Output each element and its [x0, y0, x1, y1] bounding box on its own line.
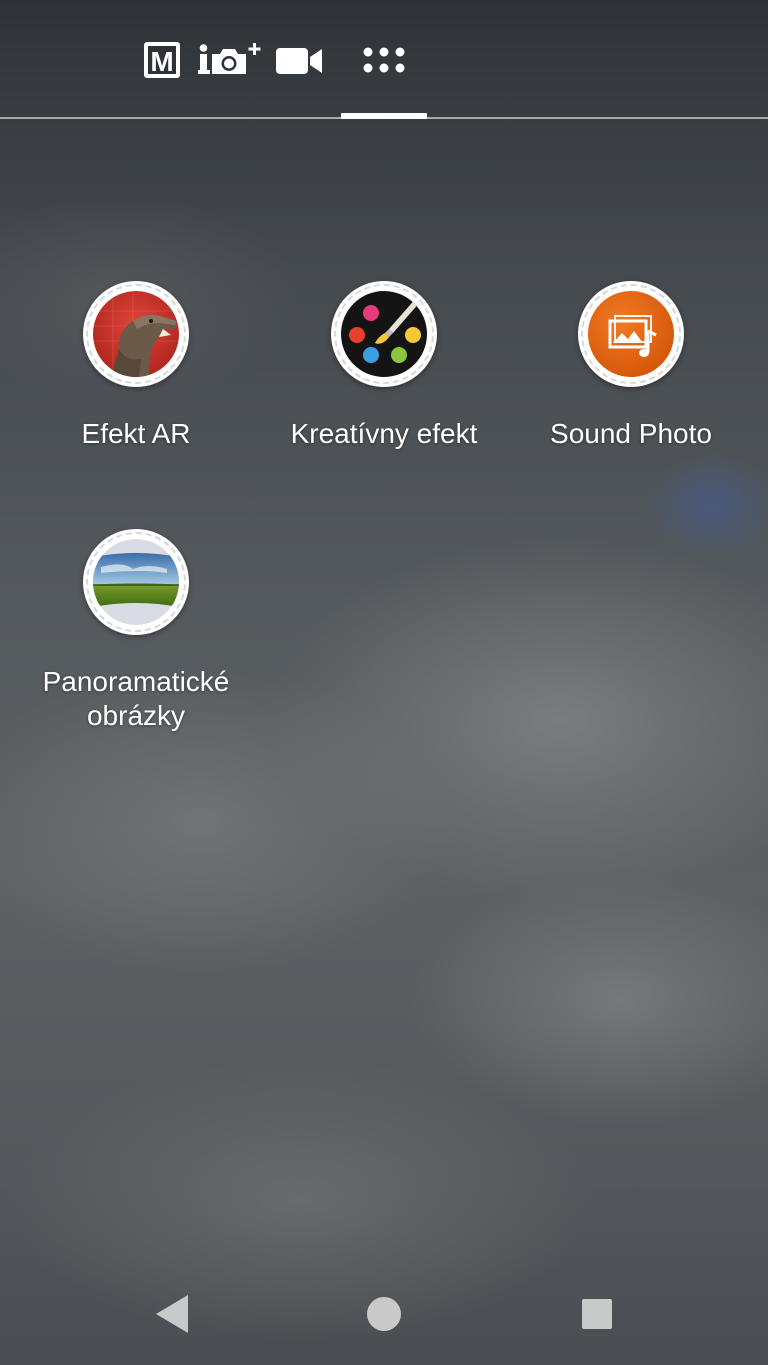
apps-grid-icon: [363, 47, 405, 73]
app-label: Sound Photo: [550, 418, 712, 449]
app-label: Efekt AR: [81, 418, 191, 449]
camera-apps-mode-button[interactable]: [360, 40, 408, 80]
app-efekt-ar[interactable]: Efekt AR: [21, 281, 251, 451]
dinosaur-ar-icon: [93, 291, 179, 377]
app-badge: [578, 281, 684, 387]
manual-mode-label: M: [150, 46, 173, 77]
superior-auto-camera-icon: [198, 43, 261, 74]
recents-button[interactable]: [573, 1290, 621, 1338]
app-label-line2: obrázky: [86, 700, 186, 731]
app-badge: [83, 529, 189, 635]
manual-mode-button[interactable]: M: [142, 40, 182, 80]
app-badge: [331, 281, 437, 387]
back-icon: [156, 1295, 188, 1333]
recents-icon: [582, 1299, 612, 1329]
selected-mode-indicator: [341, 113, 427, 119]
video-camera-icon: [276, 48, 322, 74]
paint-palette-icon: [341, 291, 427, 377]
video-mode-button[interactable]: [274, 40, 324, 80]
app-sound-photo[interactable]: Sound Photo: [516, 281, 746, 451]
app-panoramaticke-obrazky[interactable]: Panoramatické obrázky: [21, 529, 251, 733]
panorama-landscape-icon: [93, 539, 179, 625]
camera-mode-bar: M: [0, 0, 768, 119]
app-label: Kreatívny efekt: [290, 418, 478, 449]
app-label-line1: Panoramatické: [42, 666, 230, 697]
back-button[interactable]: [148, 1290, 196, 1338]
home-icon: [367, 1297, 401, 1331]
home-button[interactable]: [360, 1290, 408, 1338]
superior-auto-mode-button[interactable]: [198, 40, 268, 80]
app-badge: [83, 281, 189, 387]
manual-mode-icon: M: [144, 42, 180, 78]
sound-photo-icon: [588, 291, 674, 377]
app-kreativny-efekt[interactable]: Kreatívny efekt: [269, 281, 499, 451]
